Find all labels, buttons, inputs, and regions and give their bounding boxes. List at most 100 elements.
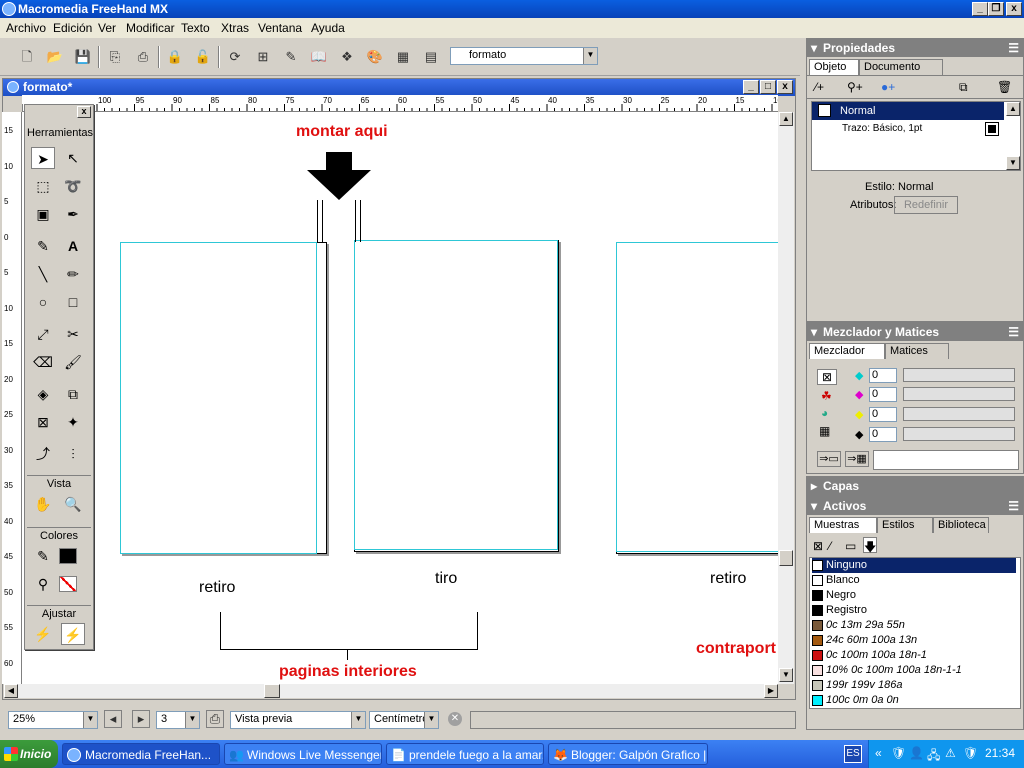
eraser-tool-icon[interactable]: ⌫ (31, 351, 55, 373)
add-page-icon[interactable]: ⎙ (206, 710, 224, 728)
fill-color-swatch[interactable] (59, 576, 77, 592)
zoom-tool-icon[interactable]: 🔍 (61, 493, 85, 515)
rgb-mode-icon[interactable]: ☘ (821, 389, 832, 403)
duplicate-item-icon[interactable]: ⧉ (959, 80, 968, 95)
stroke-color-swatch[interactable] (59, 548, 77, 564)
tab-mezclador[interactable]: Mezclador (809, 343, 885, 359)
unlock-icon[interactable]: 🔓 (193, 47, 213, 67)
cyan-slider[interactable] (903, 368, 1015, 382)
tab-estilos[interactable]: Estilos (877, 517, 933, 533)
list-item-stroke[interactable]: Trazo: Básico, 1pt (812, 120, 1004, 138)
blend-tool-icon[interactable]: ◈ (31, 383, 55, 405)
snap-on-icon[interactable]: ⚡ (61, 623, 85, 645)
swatch-item[interactable]: Registro (812, 603, 1016, 618)
scroll-right-icon[interactable]: ▶ (764, 684, 778, 698)
task-messenger[interactable]: 👥 Windows Live Messenger (224, 743, 382, 765)
menu-ayuda[interactable]: Ayuda (311, 21, 345, 35)
task-word[interactable]: 📄 prendele fuego a la amar... (386, 743, 544, 765)
zoom-select[interactable]: 25% ▼ (8, 711, 98, 729)
magenta-slider[interactable] (903, 387, 1015, 401)
magenta-input[interactable]: 0 (869, 387, 897, 402)
pen-tool-icon[interactable]: ✎ (31, 235, 55, 257)
snap-off-icon[interactable]: ⚡ (31, 623, 55, 645)
cancel-render-icon[interactable]: ✕ (448, 712, 462, 726)
trace-tool-icon[interactable]: ▣ (31, 203, 55, 225)
close-button[interactable]: x (1006, 2, 1022, 16)
menu-modificar[interactable]: Modificar (126, 21, 175, 35)
restore-button[interactable]: ❐ (988, 2, 1004, 16)
pencil-tool-icon[interactable]: ✏ (61, 263, 85, 285)
system-color-icon[interactable]: ▦ (819, 424, 830, 438)
prev-page-icon[interactable]: ◂ (104, 710, 122, 728)
redefine-button[interactable]: Redefinir (894, 196, 958, 214)
envelope-tool-icon[interactable]: ⊠ (31, 411, 55, 433)
delete-item-icon[interactable]: 🗑 (997, 80, 1012, 94)
tools-close-icon[interactable]: x (77, 106, 91, 118)
horizontal-scrollbar[interactable]: ◀ ▶ (4, 684, 778, 698)
scroll-down-icon[interactable]: ▼ (1006, 156, 1020, 170)
doc-close-button[interactable]: x (777, 80, 793, 94)
tab-documento[interactable]: Documento (859, 59, 943, 75)
units-select[interactable]: Centímetro ▼ (369, 711, 439, 729)
tab-matices[interactable]: Matices (885, 343, 949, 359)
hls-mode-icon[interactable]: ◕ (821, 406, 828, 420)
swatches-icon[interactable]: ▦ (393, 47, 413, 67)
ellipse-tool-icon[interactable]: ○ (31, 291, 55, 313)
add-to-swatch-list-icon[interactable]: ⇒▦ (845, 451, 869, 467)
add-fill-icon[interactable]: ⚲+ (847, 80, 863, 94)
panel-menu-icon[interactable]: ☰ (1008, 323, 1019, 341)
page-center[interactable] (354, 240, 559, 552)
yellow-input[interactable]: 0 (869, 407, 897, 422)
transform-icon[interactable]: ⟳ (225, 47, 245, 67)
layers-header[interactable]: ▸ Capas (807, 477, 1023, 495)
text-tool-icon[interactable]: A (61, 235, 85, 257)
menu-ventana[interactable]: Ventana (258, 21, 302, 35)
menu-xtras[interactable]: Xtras (221, 21, 249, 35)
messenger-tray-icon[interactable]: 👤 (909, 746, 924, 760)
save-icon[interactable]: 💾 (73, 47, 93, 67)
menu-texto[interactable]: Texto (181, 21, 210, 35)
scroll-down-icon[interactable]: ▼ (779, 668, 793, 682)
add-to-swatches-icon[interactable]: ⇒▭ (817, 451, 841, 467)
text-editor-icon[interactable]: ✎ (281, 47, 301, 67)
layers-icon[interactable]: ▤ (421, 47, 441, 67)
network-icon[interactable]: 🖧 (927, 746, 940, 767)
stroke-color-icon[interactable]: ✎ (31, 545, 55, 567)
scroll-up-icon[interactable]: ▲ (1006, 102, 1020, 116)
antivirus-icon[interactable]: 🛡 (891, 746, 906, 760)
spray-tool-icon[interactable]: ✦ (61, 411, 85, 433)
vertical-scrollbar[interactable]: ▲ ▼ (778, 112, 794, 684)
chevron-down-icon[interactable]: ▼ (583, 48, 597, 64)
properties-header[interactable]: ▾ Propiedades ☰ (807, 39, 1023, 57)
page-right[interactable] (616, 242, 778, 554)
scroll-left-icon[interactable]: ◀ (4, 684, 18, 698)
connector-tool-icon[interactable]: ⤴ (31, 443, 55, 465)
swatch-item[interactable]: 24c 60m 100a 13n (812, 633, 1016, 648)
cmyk-mode-icon[interactable]: ⊠ (817, 369, 837, 385)
minimize-button[interactable]: _ (972, 2, 988, 16)
import-swatches-icon[interactable]: 🡇 (863, 537, 877, 554)
swatch-item[interactable]: Ninguno (812, 558, 1016, 573)
chevron-down-icon[interactable]: ▼ (185, 712, 199, 728)
chevron-down-icon[interactable]: ▼ (351, 712, 365, 728)
menu-ver[interactable]: Ver (98, 21, 116, 35)
panel-menu-icon[interactable]: ☰ (1008, 497, 1019, 515)
page-select[interactable]: 3 ▼ (156, 711, 200, 729)
black-slider[interactable] (903, 427, 1015, 441)
shield-icon[interactable]: 🛡 (963, 746, 978, 760)
page-tool-icon[interactable]: ⬚ (31, 175, 55, 197)
hscroll-thumb[interactable] (264, 684, 280, 698)
style-select[interactable]: formato ▼ (450, 47, 598, 65)
drawing-canvas[interactable]: montar aqui retiro tiro retiro paginas i… (22, 112, 778, 684)
rectangle-tool-icon[interactable]: □ (61, 291, 85, 313)
brush-tool-icon[interactable]: 🖌 (61, 351, 85, 373)
panel-menu-icon[interactable]: ☰ (1008, 39, 1019, 57)
lasso-tool-icon[interactable]: ➰ (61, 175, 85, 197)
lock-icon[interactable]: 🔒 (165, 47, 185, 67)
cyan-input[interactable]: 0 (869, 368, 897, 383)
swatch-item[interactable]: 0c 13m 29a 55n (812, 618, 1016, 633)
menu-edicion[interactable]: Edición (53, 21, 92, 35)
tab-objeto[interactable]: Objeto (809, 59, 859, 75)
tray-expand-icon[interactable]: « (875, 746, 882, 760)
pointer-tool-icon[interactable]: ➤ (31, 147, 55, 169)
